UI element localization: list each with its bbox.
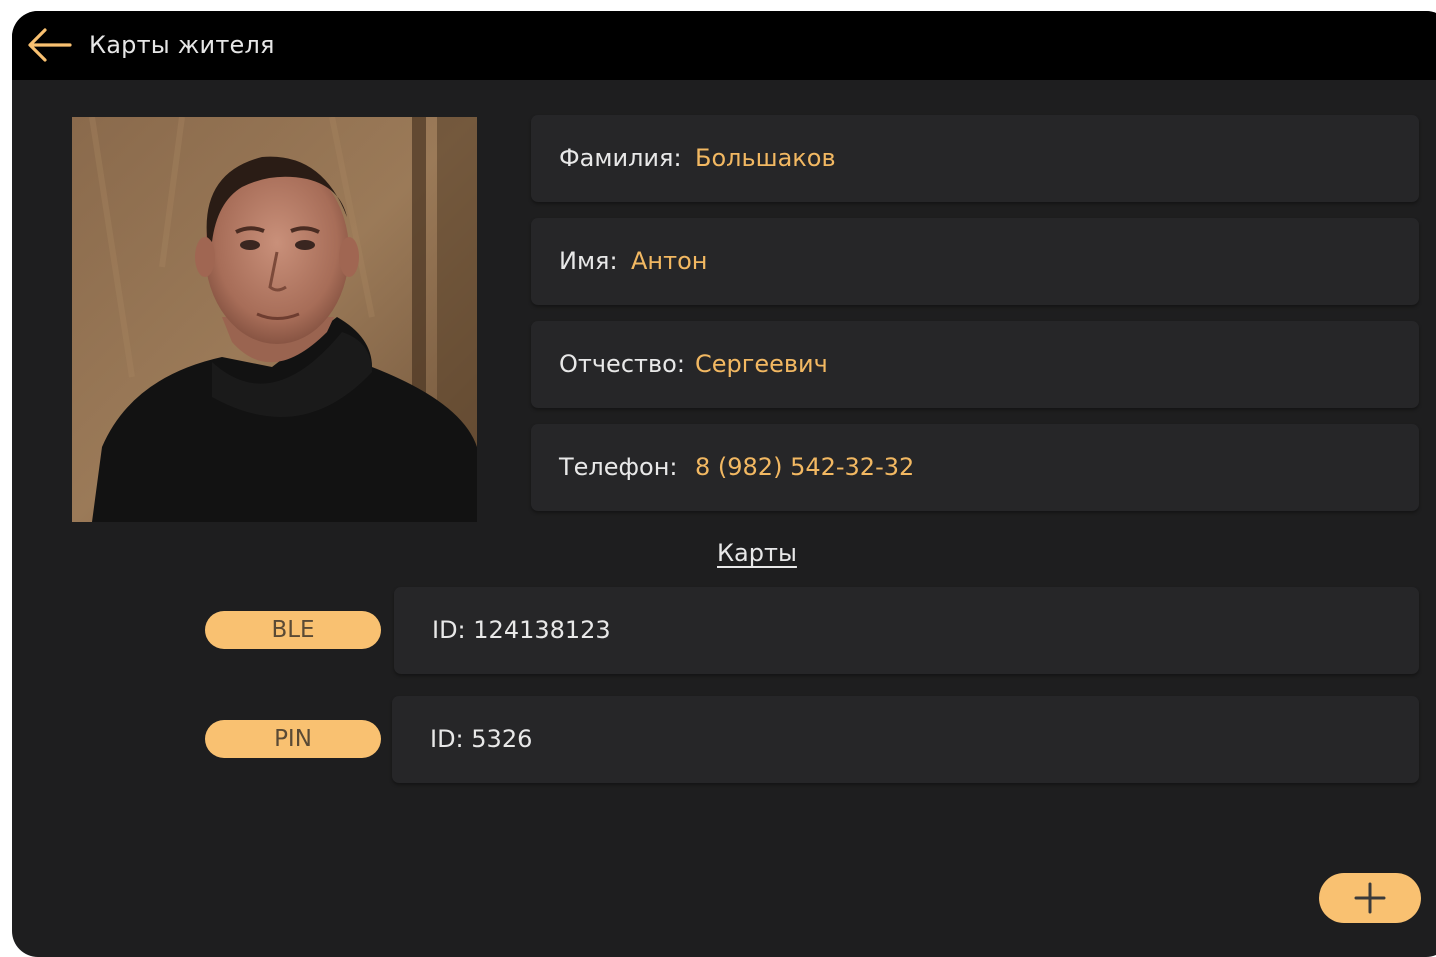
- plus-icon: [1354, 882, 1386, 914]
- card-row-ble[interactable]: ID: 124138123: [394, 587, 1419, 674]
- phone-label: Телефон:: [559, 453, 678, 481]
- back-button[interactable]: [26, 27, 72, 63]
- resident-cards-screen: Карты жителя Фамилия: Большаков Имя: Ант…: [12, 11, 1436, 957]
- patronymic-label: Отчество:: [559, 350, 685, 378]
- patronymic-field: Отчество: Сергеевич: [531, 321, 1419, 408]
- name-label: Имя:: [559, 247, 618, 275]
- card-type-badge-pin: PIN: [205, 720, 381, 758]
- name-value: Антон: [631, 247, 708, 275]
- surname-value: Большаков: [695, 144, 836, 172]
- top-bar: Карты жителя: [12, 11, 1436, 80]
- arrow-left-icon: [28, 28, 72, 62]
- phone-value: 8 (982) 542-32-32: [695, 453, 915, 481]
- card-type-badge-ble: BLE: [205, 611, 381, 649]
- card-id: ID: 5326: [430, 725, 533, 753]
- patronymic-value: Сергеевич: [695, 350, 828, 378]
- name-field: Имя: Антон: [531, 218, 1419, 305]
- surname-label: Фамилия:: [559, 144, 682, 172]
- cards-heading-link[interactable]: Карты: [717, 539, 797, 567]
- add-card-button[interactable]: [1319, 873, 1421, 923]
- card-row-pin[interactable]: ID: 5326: [392, 696, 1419, 783]
- resident-photo: [72, 117, 477, 522]
- card-id: ID: 124138123: [432, 616, 611, 644]
- phone-field: Телефон: 8 (982) 542-32-32: [531, 424, 1419, 511]
- surname-field: Фамилия: Большаков: [531, 115, 1419, 202]
- page-title: Карты жителя: [89, 31, 275, 59]
